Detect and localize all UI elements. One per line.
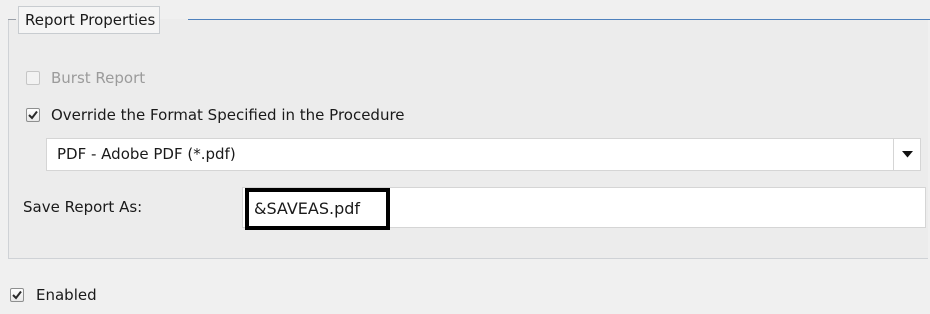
save-report-as-value[interactable]: &SAVEAS.pdf [245,188,390,230]
format-dropdown-button[interactable] [893,139,920,170]
override-format-checkbox[interactable] [26,108,40,122]
save-report-as-label: Save Report As: [23,198,143,216]
report-properties-title: Report Properties [18,6,161,34]
format-select[interactable]: PDF - Adobe PDF (*.pdf) [46,138,921,171]
chevron-down-icon [901,151,913,158]
enabled-label[interactable]: Enabled [36,286,97,304]
check-icon [28,110,38,120]
check-icon [12,290,22,300]
group-border-accent-line [188,19,930,20]
enabled-checkbox[interactable] [10,288,24,302]
burst-report-checkbox [26,71,40,85]
enabled-checkbox-row[interactable]: Enabled [10,284,97,306]
override-format-checkbox-row[interactable]: Override the Format Specified in the Pro… [26,104,405,126]
burst-report-label: Burst Report [51,69,146,87]
group-border-line [8,19,16,20]
format-select-value: PDF - Adobe PDF (*.pdf) [57,145,236,163]
override-format-label[interactable]: Override the Format Specified in the Pro… [51,106,405,124]
burst-report-checkbox-row: Burst Report [26,67,145,89]
